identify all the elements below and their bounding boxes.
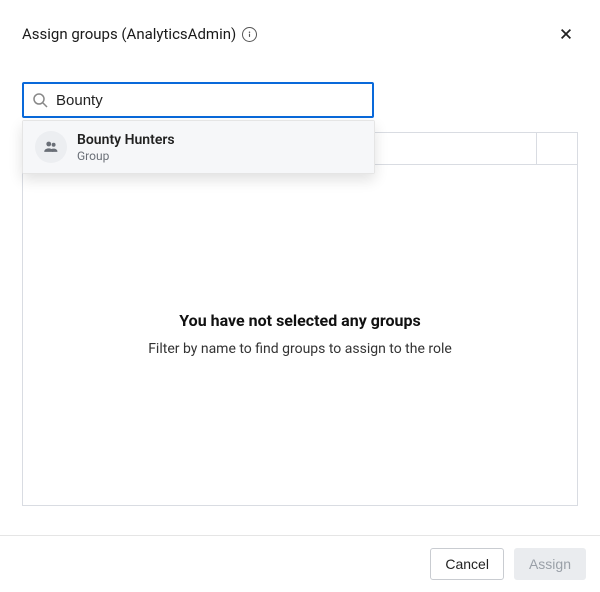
empty-state: You have not selected any groups Filter … <box>23 165 577 505</box>
suggestion-type: Group <box>77 149 175 163</box>
dialog-footer: Cancel Assign <box>0 535 600 592</box>
empty-state-title: You have not selected any groups <box>179 311 420 330</box>
search-input[interactable] <box>48 92 364 109</box>
empty-state-subtitle: Filter by name to find groups to assign … <box>148 340 452 360</box>
cancel-button[interactable]: Cancel <box>430 548 504 580</box>
suggestion-name: Bounty Hunters <box>77 132 175 148</box>
dialog-title: Assign groups (AnalyticsAdmin) <box>22 25 236 43</box>
close-button[interactable] <box>554 22 578 46</box>
table-header-actions <box>537 133 577 164</box>
group-icon <box>42 138 60 156</box>
search-wrap: Bounty Hunters Group <box>22 82 578 118</box>
group-avatar <box>35 131 67 163</box>
assign-groups-dialog: Assign groups (AnalyticsAdmin) <box>0 0 600 592</box>
selected-groups-table: You have not selected any groups Filter … <box>22 132 578 506</box>
search-field[interactable] <box>22 82 374 118</box>
close-icon <box>559 27 573 41</box>
search-icon <box>32 92 48 108</box>
dialog-body: Assign groups (AnalyticsAdmin) <box>0 0 600 535</box>
title-wrap: Assign groups (AnalyticsAdmin) <box>22 25 257 43</box>
info-icon[interactable] <box>242 27 257 42</box>
assign-button[interactable]: Assign <box>514 548 586 580</box>
suggestion-text: Bounty Hunters Group <box>77 132 175 163</box>
search-suggestions: Bounty Hunters Group <box>22 120 375 174</box>
dialog-header: Assign groups (AnalyticsAdmin) <box>22 22 578 46</box>
suggestion-item[interactable]: Bounty Hunters Group <box>23 121 374 173</box>
